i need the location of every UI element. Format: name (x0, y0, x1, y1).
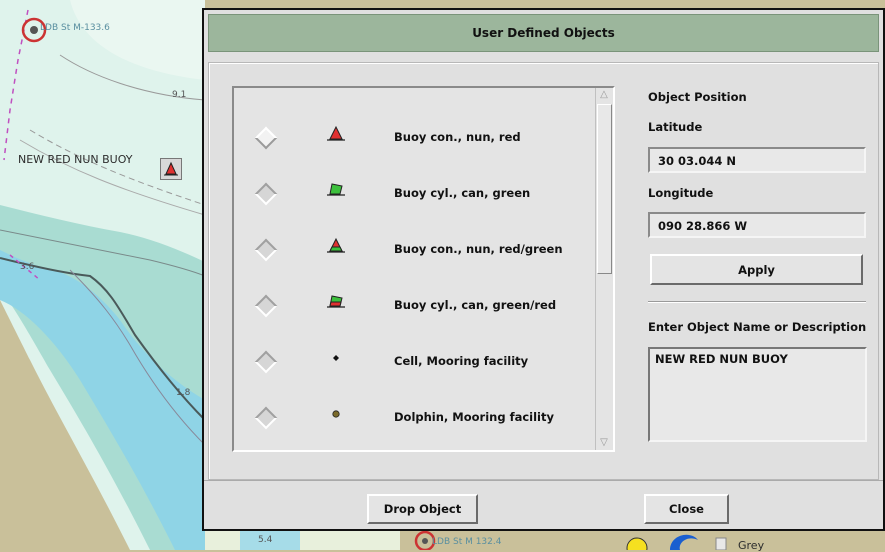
object-label: Dolphin, Mooring facility (394, 410, 554, 424)
scroll-thumb[interactable] (597, 104, 612, 274)
nun-red-green-buoy-icon (327, 237, 345, 253)
object-position-heading: Object Position (648, 90, 747, 104)
depth-sounding: 5.4 (258, 535, 273, 545)
longitude-field[interactable]: 090 28.866 W (648, 212, 866, 238)
dialog-button-bar (204, 480, 883, 533)
dialog-title: User Defined Objects (472, 26, 615, 40)
radio-button[interactable] (254, 350, 278, 374)
nun-red-buoy-icon (327, 125, 345, 141)
user-defined-objects-dialog: User Defined Objects Buoy con., nun, red… (202, 8, 885, 531)
depth-sounding: 1.8 (176, 388, 191, 398)
object-type-list[interactable]: Buoy con., nun, red Buoy cyl., can, gree… (232, 86, 615, 452)
object-label: Buoy cyl., can, green/red (394, 298, 557, 312)
depth-sounding: 9.1 (172, 90, 187, 100)
can-green-buoy-icon (327, 183, 345, 196)
chart-marker-label: LDB St M 132.4 (432, 537, 502, 547)
list-item[interactable]: Buoy con., nun, red (234, 108, 596, 164)
dolphin-mooring-icon (332, 410, 340, 418)
description-label: Enter Object Name or Description (648, 320, 867, 334)
description-textarea[interactable]: NEW RED NUN BUOY (648, 347, 867, 442)
close-button[interactable]: Close (644, 494, 729, 524)
scroll-up-arrow-icon[interactable]: △ (598, 88, 610, 102)
list-item[interactable]: Buoy con., nun, red/green (234, 220, 596, 276)
depth-sounding: 3.6 (20, 262, 35, 272)
apply-button[interactable]: Apply (650, 254, 863, 285)
nun-red-buoy-icon (164, 161, 178, 176)
object-label: Buoy con., nun, red/green (394, 242, 563, 256)
chart-marker-label: LDB St M-133.6 (40, 23, 110, 33)
object-label: Cell, Mooring facility (394, 354, 529, 368)
object-label: Buoy cyl., can, green (394, 186, 531, 200)
radio-button-selected[interactable] (254, 126, 278, 150)
scroll-down-arrow-icon[interactable]: ▽ (598, 436, 610, 450)
object-label: Buoy con., nun, red (394, 130, 521, 144)
list-item[interactable]: Dolphin, Mooring facility (234, 388, 596, 444)
latitude-field[interactable]: 30 03.044 N (648, 147, 866, 173)
dialog-titlebar[interactable]: User Defined Objects (208, 14, 879, 52)
placed-buoy-label: NEW RED NUN BUOY (18, 153, 133, 166)
list-item[interactable]: Buoy cyl., can, green/red (234, 276, 596, 332)
radio-button[interactable] (254, 406, 278, 430)
radio-button[interactable] (254, 238, 278, 262)
list-scrollbar[interactable]: △ ▽ (595, 88, 613, 450)
divider (648, 301, 866, 303)
cell-mooring-icon (333, 355, 339, 361)
placed-buoy-marker[interactable] (160, 158, 182, 180)
radio-button[interactable] (254, 182, 278, 206)
can-green-red-buoy-icon (327, 295, 345, 308)
radio-button[interactable] (254, 294, 278, 318)
longitude-label: Longitude (648, 186, 714, 200)
list-item[interactable]: Buoy cyl., can, green (234, 164, 596, 220)
grey-mode-label: Grey (738, 539, 765, 552)
list-item[interactable]: Cell, Mooring facility (234, 332, 596, 388)
latitude-label: Latitude (648, 120, 703, 134)
drop-object-button[interactable]: Drop Object (367, 494, 478, 524)
